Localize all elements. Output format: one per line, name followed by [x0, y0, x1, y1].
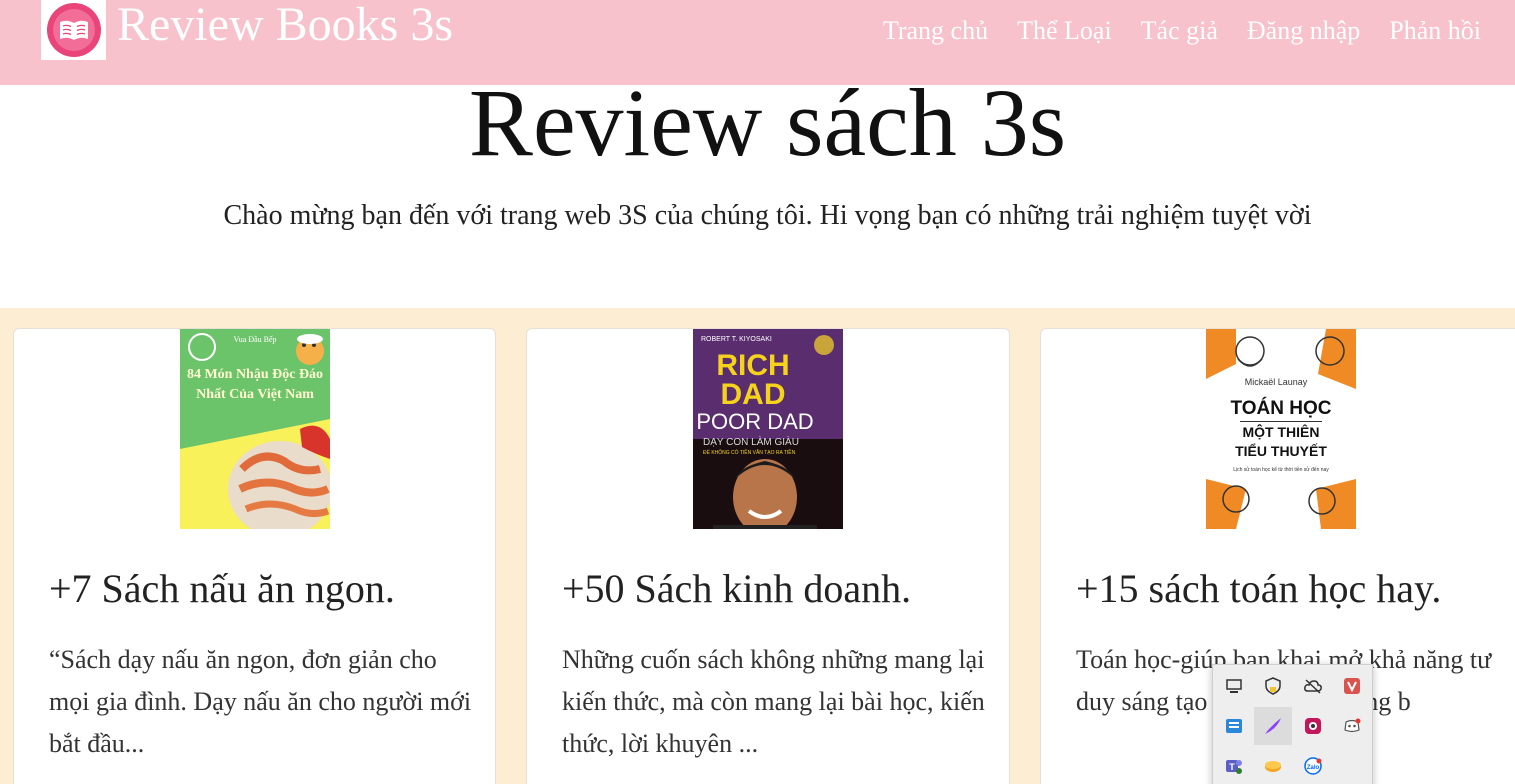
- rich-dad-tagline: ĐỂ KHÔNG CÓ TIỀN VẪN TẠO RA TIỀN: [703, 449, 796, 456]
- top-navbar: Review Books 3s Trang chủ Thể Loại Tác g…: [0, 0, 1515, 85]
- math-cover-author: Mickaël Launay: [1245, 377, 1308, 387]
- book-cover-math[interactable]: Mickaël Launay TOÁN HỌC MỘT THIÊN TIỂU T…: [1206, 329, 1356, 529]
- monitor-icon[interactable]: [1215, 667, 1253, 705]
- svg-text:Zalo: Zalo: [1307, 765, 1320, 771]
- category-card-cooking[interactable]: Vua Đầu Bếp 84 Món Nhậu Độc Đáo Nhất Của…: [13, 328, 496, 784]
- rich-dad-title-poor-dad: POOR DAD: [696, 409, 813, 434]
- feather-pen-icon[interactable]: [1254, 707, 1292, 745]
- cooking-cover-title: 84 Món Nhậu Độc Đáo Nhất Của Việt Nam: [186, 367, 324, 402]
- rich-dad-subtitle: DẠY CON LÀM GIÀU: [703, 435, 799, 448]
- book-cover-rich-dad[interactable]: ROBERT T. KIYOSAKI RICH DAD POOR DAD DẠY…: [693, 329, 843, 529]
- nav-link-home[interactable]: Trang chủ: [883, 14, 988, 48]
- card-description-business: Những cuốn sách không những mang lại kiế…: [562, 645, 985, 758]
- rich-dad-author: ROBERT T. KIYOSAKI: [701, 336, 772, 343]
- math-cover-subtitle: Lịch sử toán học kể từ thời tiền sử đến …: [1233, 466, 1329, 473]
- card-description-cooking: “Sách dạy nấu ăn ngon, đơn giản cho mọi …: [49, 645, 472, 758]
- nav-link-authors[interactable]: Tác giả: [1141, 14, 1218, 48]
- svg-text:T: T: [1229, 762, 1235, 772]
- hero-subtitle: Chào mừng bạn đến với trang web 3S của c…: [223, 200, 1312, 231]
- card-title-math[interactable]: +15 sách toán học hay.: [1076, 564, 1441, 614]
- math-cover-title-3: TIỂU THUYẾT: [1235, 442, 1327, 459]
- system-tray-overflow: T Zalo: [1212, 664, 1373, 784]
- discord-icon[interactable]: [1333, 707, 1371, 745]
- book-cover-cooking[interactable]: Vua Đầu Bếp 84 Món Nhậu Độc Đáo Nhất Của…: [180, 329, 330, 529]
- cheese-app-icon[interactable]: [1254, 747, 1292, 784]
- network-app-icon[interactable]: [1215, 707, 1253, 745]
- rich-dad-title-dad: DAD: [721, 378, 786, 411]
- zalo-icon[interactable]: Zalo: [1294, 747, 1332, 784]
- brand-logo[interactable]: [41, 0, 106, 60]
- security-shield-icon[interactable]: [1254, 667, 1292, 705]
- nav-link-login[interactable]: Đăng nhập: [1247, 14, 1360, 48]
- main-nav: Trang chủ Thể Loại Tác giả Đăng nhập Phả…: [883, 14, 1481, 48]
- category-card-business[interactable]: ROBERT T. KIYOSAKI RICH DAD POOR DAD DẠY…: [526, 328, 1010, 784]
- teams-icon[interactable]: T: [1215, 747, 1253, 784]
- nav-link-feedback[interactable]: Phản hồi: [1389, 14, 1481, 48]
- cloud-off-icon[interactable]: [1294, 667, 1332, 705]
- nav-link-categories[interactable]: Thể Loại: [1017, 14, 1112, 48]
- math-cover-title-1: TOÁN HỌC: [1231, 397, 1332, 419]
- cooking-cover-top-label: Vua Đầu Bếp: [233, 335, 276, 344]
- brand-name[interactable]: Review Books 3s: [117, 0, 453, 60]
- media-app-icon[interactable]: [1294, 707, 1332, 745]
- card-title-cooking[interactable]: +7 Sách nấu ăn ngon.: [49, 564, 395, 614]
- math-cover-title-2: MỘT THIÊN: [1243, 423, 1320, 440]
- card-title-business[interactable]: +50 Sách kinh doanh.: [562, 564, 911, 614]
- vivaldi-icon[interactable]: [1333, 667, 1371, 705]
- open-book-icon: [46, 3, 101, 57]
